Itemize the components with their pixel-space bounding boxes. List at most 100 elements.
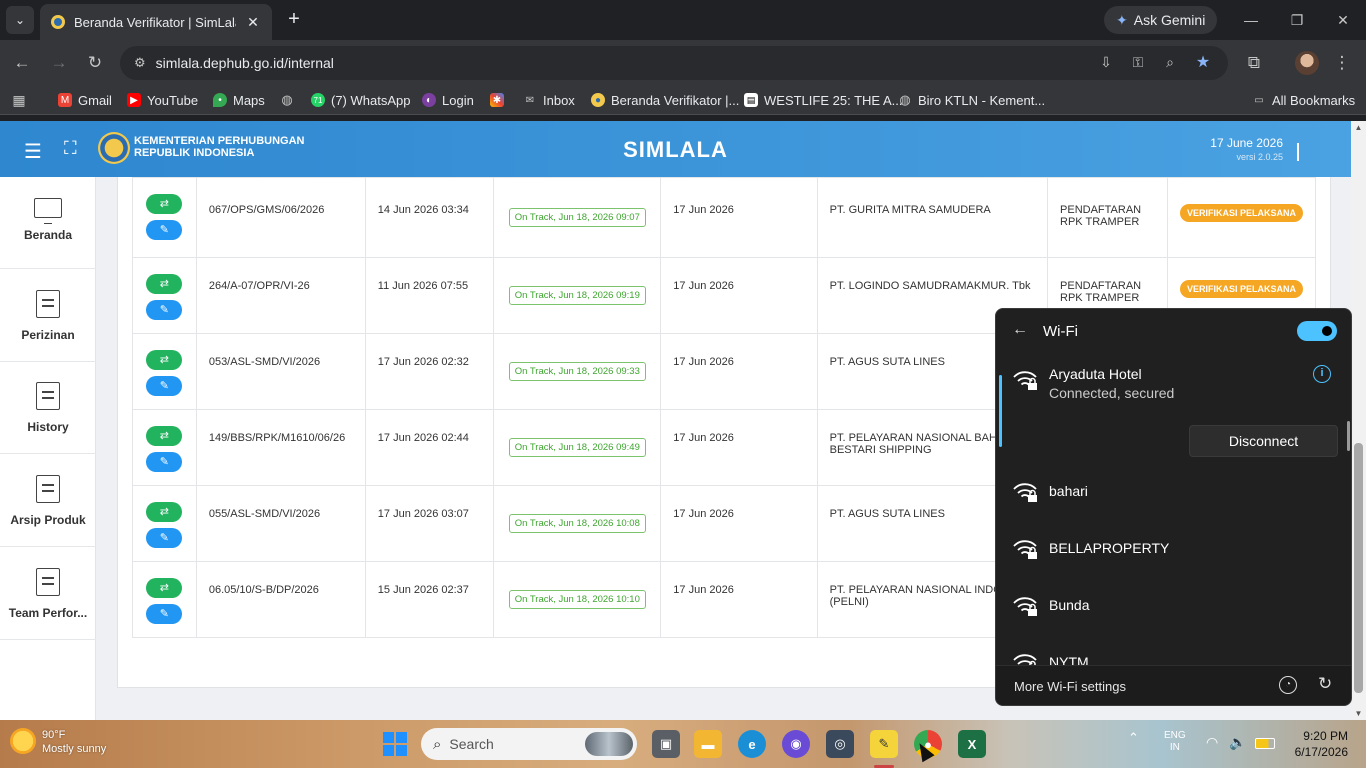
copilot-icon[interactable]: ◉ xyxy=(782,730,810,758)
cell-sla-status: On Track, Jun 18, 2026 10:08 xyxy=(493,485,662,562)
active-tab[interactable]: Beranda Verifikator | SimLala ✕ xyxy=(40,4,272,40)
address-bar[interactable]: ⚙ simlala.dephub.go.id/internal xyxy=(120,46,1228,80)
cell-document-number: 149/BBS/RPK/M1610/06/26 xyxy=(195,409,366,486)
edit-button[interactable]: ✎ xyxy=(146,220,183,240)
clock-date: 6/17/2026 xyxy=(1294,745,1348,759)
all-bookmarks[interactable]: ▭ All Bookmarks xyxy=(1252,91,1355,109)
sidebar-item-team-performance[interactable]: Team Perfor... xyxy=(0,548,96,640)
taskbar-clock[interactable]: 9:20 PM 6/17/2026 xyxy=(1295,728,1348,760)
sidebar-item-beranda[interactable]: Beranda xyxy=(0,177,96,269)
extensions-icon[interactable]: ⧉ xyxy=(1240,49,1268,77)
wifi-network-item[interactable]: NYTM xyxy=(996,636,1344,665)
bookmark-beranda-verifikator[interactable]: ● Beranda Verifikator |... xyxy=(591,91,739,109)
back-arrow-icon[interactable]: ← xyxy=(1012,321,1028,339)
sla-status-badge: On Track, Jun 18, 2026 09:33 xyxy=(508,362,646,381)
document-icon xyxy=(36,382,60,410)
wifi-toggle[interactable] xyxy=(1297,321,1337,341)
close-window-button[interactable]: ✕ xyxy=(1320,0,1366,40)
scroll-up-icon[interactable]: ▲ xyxy=(1351,123,1366,132)
process-swap-button[interactable]: ⇄ xyxy=(146,274,183,294)
bookmark-pinwheel[interactable]: ✱ xyxy=(490,91,504,109)
wifi-flyout: ← Wi-Fi Aryaduta Hotel Connected, secure… xyxy=(995,308,1352,706)
zoom-icon[interactable]: ⌕ xyxy=(1160,52,1180,72)
install-app-icon[interactable]: ⇩ xyxy=(1096,52,1116,72)
wifi-list-scrollbar[interactable] xyxy=(1347,421,1350,451)
process-swap-button[interactable]: ⇄ xyxy=(146,502,183,522)
ask-gemini-button[interactable]: ✦ Ask Gemini xyxy=(1104,6,1218,34)
reload-icon[interactable]: ↻ xyxy=(81,49,109,77)
clock-time: 9:20 PM xyxy=(1303,729,1348,743)
edit-button[interactable]: ✎ xyxy=(146,604,183,624)
edit-button[interactable]: ✎ xyxy=(146,452,183,472)
edit-button[interactable]: ✎ xyxy=(146,376,183,396)
close-tab-icon[interactable]: ✕ xyxy=(244,14,262,31)
wifi-network-item[interactable]: BELLAPROPERTY xyxy=(996,522,1344,578)
cell-date: 17 Jun 2026 xyxy=(660,561,818,638)
password-key-icon[interactable]: ⚿ xyxy=(1128,52,1148,72)
sticky-notes-icon[interactable]: ✎ xyxy=(870,730,898,758)
bookmark-youtube[interactable]: ▶ YouTube xyxy=(127,91,198,109)
excel-icon[interactable]: X xyxy=(958,730,986,758)
process-swap-button[interactable]: ⇄ xyxy=(146,578,183,598)
sidebar-item-history[interactable]: History xyxy=(0,362,96,454)
scroll-down-icon[interactable]: ▼ xyxy=(1351,709,1366,718)
profile-avatar[interactable] xyxy=(1295,51,1319,75)
row-actions: ⇄ ✎ xyxy=(132,409,197,486)
back-icon[interactable]: ← xyxy=(8,49,36,77)
cell-company: PT. GURITA MITRA SAMUDERA xyxy=(816,177,1049,258)
site-info-icon[interactable]: ⚙ xyxy=(134,55,146,71)
disconnect-button[interactable]: Disconnect xyxy=(1189,425,1338,457)
taskbar-search[interactable]: ⌕ Search xyxy=(421,728,637,760)
browser-toolbar: ← → ↻ ⚙ simlala.dephub.go.id/internal ⇩ … xyxy=(0,40,1366,85)
scroll-thumb[interactable] xyxy=(1354,443,1363,693)
network-name: BELLAPROPERTY xyxy=(1049,540,1170,556)
wifi-secured-icon xyxy=(1013,371,1037,390)
url-text: simlala.dephub.go.id/internal xyxy=(155,55,334,71)
wifi-network-item[interactable]: Bunda xyxy=(996,579,1344,635)
edit-button[interactable]: ✎ xyxy=(146,528,183,548)
forward-icon[interactable]: → xyxy=(45,49,73,77)
bookmark-maps[interactable]: • Maps xyxy=(213,91,265,109)
process-swap-button[interactable]: ⇄ xyxy=(146,350,183,370)
more-wifi-settings-link[interactable]: More Wi-Fi settings xyxy=(1014,679,1126,694)
sidebar-item-perizinan[interactable]: Perizinan xyxy=(0,270,96,362)
wifi-tray-icon[interactable]: ◠ xyxy=(1206,734,1218,751)
sidebar-item-arsip-produk[interactable]: Arsip Produk xyxy=(0,455,96,547)
edit-button[interactable]: ✎ xyxy=(146,300,183,320)
page-scrollbar[interactable]: ▲ ▼ xyxy=(1351,121,1366,720)
tab-search-button[interactable]: ⌄ xyxy=(6,6,34,34)
refresh-icon[interactable]: ↻ xyxy=(1318,674,1332,694)
camera-app-icon[interactable]: ◎ xyxy=(826,730,854,758)
edge-browser-icon[interactable]: e xyxy=(738,730,766,758)
simlala-favicon-icon xyxy=(51,15,65,29)
windows-start-icon[interactable] xyxy=(383,732,407,756)
info-icon[interactable]: i xyxy=(1313,365,1331,383)
menu-kebab-icon[interactable]: ⋮ xyxy=(1328,49,1356,77)
weather-widget[interactable]: 90°F Mostly sunny xyxy=(10,728,106,756)
wifi-network-item[interactable]: bahari xyxy=(996,465,1344,521)
maximize-button[interactable]: ❐ xyxy=(1274,0,1320,40)
bookmark-biro-ktln[interactable]: ◍ Biro KTLN - Kement... xyxy=(898,91,1045,109)
minimize-button[interactable]: — xyxy=(1228,0,1274,40)
process-swap-button[interactable]: ⇄ xyxy=(146,426,183,446)
bookmark-whatsapp[interactable]: 71 (7) WhatsApp xyxy=(311,91,410,109)
task-view-icon[interactable]: ▣ xyxy=(652,730,680,758)
apps-grid-icon[interactable]: ▦ xyxy=(12,91,26,109)
new-tab-button[interactable]: + xyxy=(282,8,306,32)
row-actions: ⇄ ✎ xyxy=(132,333,197,410)
bookmark-westlife[interactable]: ▤ WESTLIFE 25: THE A... xyxy=(744,91,902,109)
bookmark-gmail[interactable]: M Gmail xyxy=(58,91,112,109)
network-diagnostics-icon[interactable]: ◔ xyxy=(1279,676,1297,694)
chevron-up-icon[interactable]: ⌃ xyxy=(1128,730,1139,746)
folder-icon: ▭ xyxy=(1254,94,1264,106)
wifi-network-connected[interactable]: Aryaduta Hotel Connected, secured i Disc… xyxy=(996,359,1344,465)
process-swap-button[interactable]: ⇄ xyxy=(146,194,183,214)
bookmark-globe[interactable]: ◍ xyxy=(280,91,294,109)
language-indicator[interactable]: ENG IN xyxy=(1164,730,1186,754)
battery-icon[interactable] xyxy=(1255,738,1275,749)
bookmark-login[interactable]: ◐ Login xyxy=(422,91,474,109)
bookmark-star-icon[interactable]: ★ xyxy=(1193,52,1213,72)
bookmark-inbox[interactable]: ✉ Inbox xyxy=(523,91,575,109)
volume-icon[interactable]: 🔈 xyxy=(1229,734,1246,751)
file-explorer-icon[interactable]: ▬ xyxy=(694,730,722,758)
